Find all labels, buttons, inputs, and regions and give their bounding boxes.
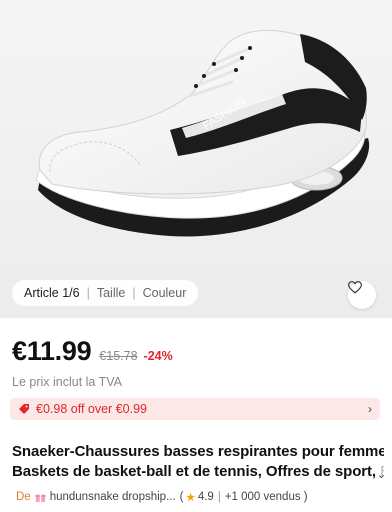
seller-rating: 4.9: [197, 491, 214, 503]
sneaker-image: FASHION: [0, 0, 392, 318]
star-icon: ★: [185, 492, 196, 504]
sold-count: +1 000 vendus ): [224, 491, 308, 503]
price-row: €11.99 €15.78 -24%: [12, 336, 173, 367]
divider: |: [86, 286, 90, 300]
tag-icon: [18, 403, 30, 415]
seller-name[interactable]: hundunsnake dropship...: [50, 491, 176, 503]
article-counter: Article 1/6: [24, 286, 80, 300]
product-title-line-1: Snaeker-Chaussures basses respirantes po…: [12, 443, 384, 460]
color-link[interactable]: Couleur: [143, 286, 187, 300]
paren-open: (: [179, 491, 184, 503]
favorite-button[interactable]: [348, 281, 376, 309]
seller-info[interactable]: De hundunsnake dropship... ( ★ 4.9 | +1 …: [16, 490, 308, 504]
divider: |: [132, 286, 136, 300]
heart-icon: [348, 281, 362, 294]
discount-badge: -24%: [143, 349, 173, 363]
product-title-line-2-text: Baskets de basket-ball et de tennis, Off…: [12, 463, 381, 480]
size-link[interactable]: Taille: [97, 286, 126, 300]
original-price: €15.78: [99, 349, 138, 363]
divider: |: [217, 491, 221, 503]
chevron-down-icon[interactable]: ⌄: [377, 468, 386, 481]
product-image-gallery[interactable]: FASHION Article 1/6 | Taille | Couleur: [0, 0, 392, 318]
variant-chip[interactable]: Article 1/6 | Taille | Couleur: [12, 280, 199, 306]
chevron-right-icon: ›: [368, 402, 372, 416]
coupon-text: €0.98 off over €0.99: [36, 402, 147, 416]
vat-note: Le prix inclut la TVA: [12, 375, 123, 389]
gift-icon: [35, 492, 46, 503]
current-price: €11.99: [12, 336, 92, 366]
product-title-line-2: Baskets de basket-ball et de tennis, Off…: [12, 462, 384, 482]
coupon-banner[interactable]: €0.98 off over €0.99 ›: [10, 398, 380, 420]
seller-prefix: De: [16, 491, 31, 503]
product-title[interactable]: Snaeker-Chaussures basses respirantes po…: [12, 442, 384, 482]
